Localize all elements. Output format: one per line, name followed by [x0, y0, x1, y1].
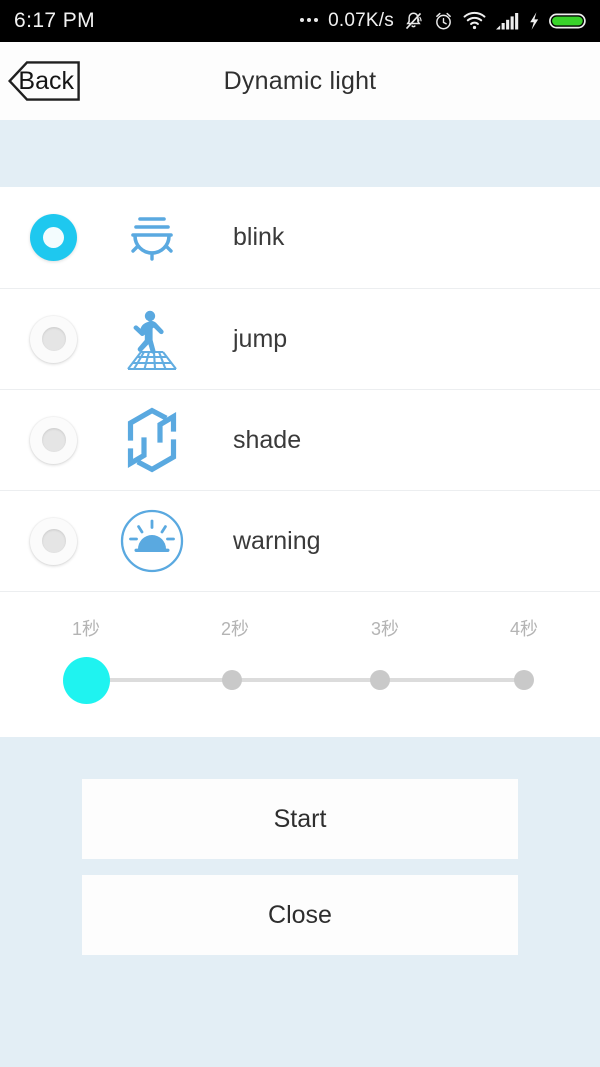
back-button-label: Back [18, 66, 74, 95]
slider-tick-1: 1秒 [71, 619, 101, 639]
beacon-sun-icon [117, 506, 187, 576]
app-screen: 6:17 PM 0.07K/s Back Dynamic light blink… [0, 0, 600, 1067]
slider-tick-2: 2秒 [220, 619, 250, 639]
alarm-clock-icon [436, 12, 451, 30]
radio-jump[interactable] [30, 315, 77, 363]
option-label-shade: shade [233, 425, 302, 454]
option-label-warning: warning [233, 526, 321, 555]
status-bar: 6:17 PM 0.07K/s [0, 0, 600, 42]
lamp-icon [117, 203, 187, 273]
title-bar: Back Dynamic light [0, 42, 600, 120]
mute-bell-icon [405, 12, 422, 30]
close-button[interactable]: Close [82, 875, 518, 955]
option-row-shade[interactable]: shade [0, 389, 600, 490]
option-label-blink: blink [233, 223, 285, 251]
option-row-blink[interactable]: blink [0, 187, 600, 288]
slider-thumb[interactable] [62, 656, 110, 704]
radio-warning[interactable] [30, 517, 77, 565]
slider-stop-4[interactable] [514, 670, 534, 690]
back-button[interactable]: Back [8, 61, 80, 101]
slider-tick-4: 4秒 [509, 619, 539, 639]
action-buttons: Start Close [0, 737, 600, 955]
duration-slider-section: 1秒 2秒 3秒 4秒 [0, 591, 600, 737]
slider-tick-3: 3秒 [370, 619, 400, 639]
option-row-warning[interactable]: warning [0, 490, 600, 591]
dynamic-light-options: blink jump shade warning [0, 187, 600, 591]
start-button[interactable]: Start [82, 779, 518, 859]
slider-stop-2[interactable] [222, 670, 243, 690]
top-spacer-band [0, 120, 600, 187]
slider-stop-3[interactable] [370, 670, 391, 690]
radio-blink[interactable] [30, 214, 77, 261]
network-speed-label: 0.07K/s [328, 10, 394, 31]
wifi-icon [463, 11, 486, 30]
slider-track[interactable] [62, 656, 534, 704]
charging-bolt-icon [530, 12, 539, 30]
battery-icon [549, 13, 586, 29]
hexagon-spiral-icon [117, 405, 187, 475]
status-clock: 6:17 PM [14, 9, 96, 32]
radio-shade[interactable] [30, 416, 77, 464]
page-title: Dynamic light [223, 66, 377, 95]
option-row-jump[interactable]: jump [0, 288, 600, 389]
slider-tick-labels: 1秒 2秒 3秒 4秒 [0, 615, 600, 641]
dancer-grid-icon [117, 304, 187, 374]
signal-bars-icon [496, 13, 519, 30]
option-label-jump: jump [233, 324, 288, 353]
overflow-dots-icon [300, 18, 319, 22]
status-icons: 0.07K/s [300, 10, 588, 32]
